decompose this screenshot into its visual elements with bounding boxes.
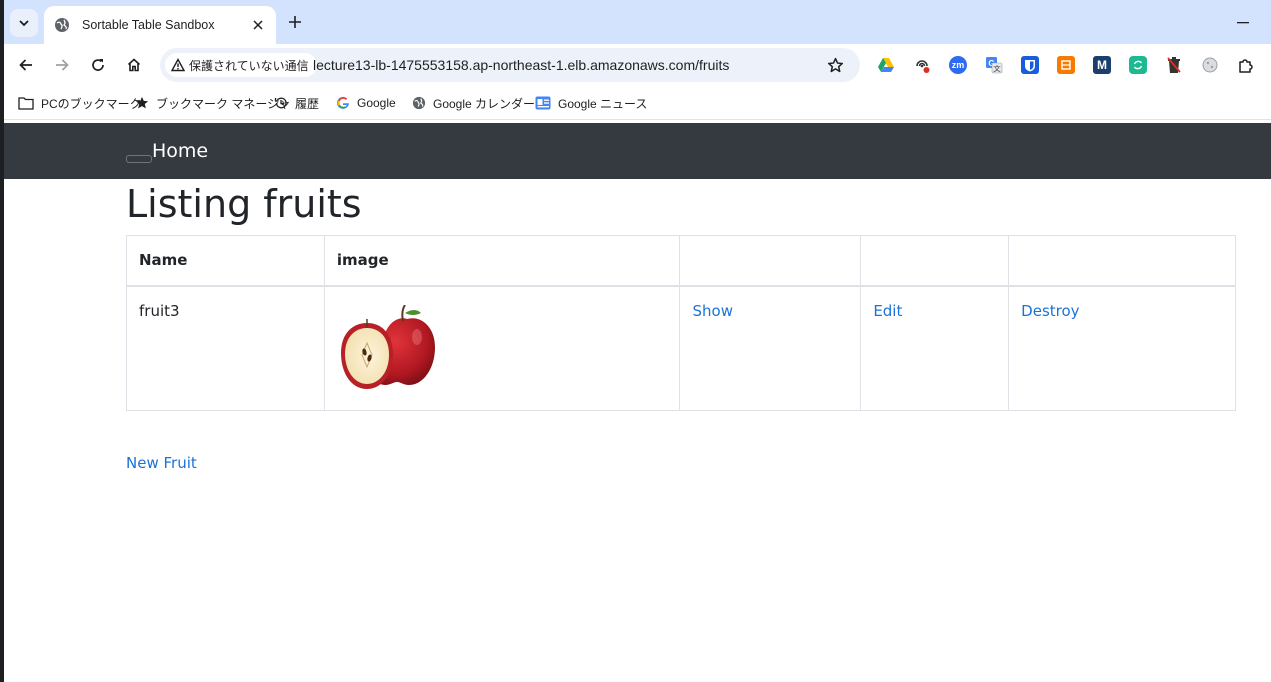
orange-extension-icon[interactable] bbox=[1057, 56, 1075, 74]
bookmarks-bar: PCのブックマーク ブックマーク マネージャ 履歴 Google Google … bbox=[0, 86, 1271, 120]
reload-button[interactable] bbox=[86, 53, 110, 77]
bookmark-label: 履歴 bbox=[295, 96, 320, 111]
delete-extension-icon[interactable] bbox=[1165, 56, 1183, 74]
google-icon bbox=[337, 96, 349, 109]
translate-icon[interactable]: G文 bbox=[985, 56, 1003, 74]
tab-strip: Sortable Table Sandbox bbox=[0, 0, 1271, 44]
table-row: fruit3 Show Edit Destroy bbox=[126, 285, 1236, 411]
show-cell: Show bbox=[679, 285, 862, 411]
header-name: Name bbox=[126, 235, 325, 286]
sync-extension-icon[interactable] bbox=[1129, 56, 1147, 74]
reload-icon bbox=[92, 59, 104, 71]
new-fruit-link[interactable]: New Fruit bbox=[126, 454, 197, 472]
bookmark-label: Google bbox=[357, 96, 396, 110]
address-bar[interactable]: 保護されていない通信 lecture13-lb-1475553158.ap-no… bbox=[160, 48, 860, 82]
extensions-puzzle-icon[interactable] bbox=[1237, 56, 1255, 74]
folder-icon bbox=[18, 97, 34, 110]
minimize-icon bbox=[1237, 22, 1249, 24]
desktop-edge bbox=[0, 0, 4, 682]
forward-button[interactable] bbox=[50, 53, 74, 77]
bitwarden-icon[interactable] bbox=[1021, 56, 1039, 74]
bookmark-label: Google カレンダー bbox=[433, 96, 536, 111]
tab-title: Sortable Table Sandbox bbox=[82, 18, 215, 32]
bookmark-google-news[interactable]: Google ニュース bbox=[535, 94, 647, 112]
bookmark-star-button[interactable] bbox=[826, 56, 844, 74]
google-news-icon bbox=[535, 96, 551, 110]
tab-close-icon[interactable] bbox=[250, 17, 266, 33]
star-outline-icon bbox=[827, 57, 843, 72]
bookmark-google[interactable]: Google bbox=[336, 94, 396, 112]
fruit-image-cell bbox=[323, 285, 681, 411]
navbar-toggler-button[interactable] bbox=[126, 155, 152, 163]
svg-text:文: 文 bbox=[994, 64, 1002, 73]
home-button[interactable] bbox=[122, 53, 146, 77]
url-text[interactable]: lecture13-lb-1475553158.ap-northeast-1.e… bbox=[313, 57, 729, 73]
fruit-name-cell: fruit3 bbox=[126, 285, 325, 411]
podcast-icon[interactable] bbox=[913, 56, 931, 74]
header-image: image bbox=[323, 235, 681, 286]
tab-search-button[interactable] bbox=[10, 9, 38, 37]
history-icon bbox=[274, 97, 287, 109]
bookmark-label: ブックマーク マネージャ bbox=[156, 96, 291, 111]
bookmark-google-calendar[interactable]: Google カレンダー bbox=[412, 94, 535, 112]
chevron-down-icon bbox=[19, 20, 29, 27]
bookmark-pc-bookmarks[interactable]: PCのブックマーク bbox=[18, 94, 142, 112]
arrow-right-icon bbox=[56, 59, 69, 71]
bookmark-label: Google ニュース bbox=[558, 96, 648, 111]
google-drive-icon[interactable] bbox=[877, 56, 895, 74]
globe-icon bbox=[55, 18, 69, 32]
minimize-window-button[interactable] bbox=[1234, 14, 1252, 32]
globe-icon bbox=[412, 96, 426, 110]
header-show bbox=[679, 235, 862, 286]
security-indicator[interactable]: 保護されていない通信 bbox=[165, 53, 317, 77]
bookmark-manager[interactable]: ブックマーク マネージャ bbox=[135, 94, 291, 112]
bookmark-label: PCのブックマーク bbox=[41, 96, 142, 111]
page-title: Listing fruits bbox=[126, 182, 362, 226]
plus-icon bbox=[289, 16, 301, 28]
show-link[interactable]: Show bbox=[692, 302, 732, 320]
arrow-left-icon bbox=[19, 59, 32, 71]
destroy-cell: Destroy bbox=[1008, 285, 1236, 411]
m-extension-icon[interactable]: M bbox=[1093, 56, 1111, 74]
home-icon bbox=[127, 58, 141, 72]
nav-home-link[interactable]: Home bbox=[152, 140, 208, 162]
site-navbar: Home bbox=[4, 123, 1271, 179]
zoom-icon[interactable]: zm bbox=[949, 56, 967, 74]
apple-image bbox=[340, 304, 435, 389]
edit-link[interactable]: Edit bbox=[873, 302, 902, 320]
edit-cell: Edit bbox=[860, 285, 1010, 411]
star-icon bbox=[135, 96, 149, 109]
cookie-extension-icon[interactable] bbox=[1201, 56, 1219, 74]
security-label: 保護されていない通信 bbox=[189, 58, 309, 73]
header-destroy bbox=[1008, 235, 1236, 286]
warning-triangle-icon bbox=[171, 58, 185, 72]
bookmark-history[interactable]: 履歴 bbox=[274, 94, 319, 112]
back-button[interactable] bbox=[14, 53, 38, 77]
table-header-row: Name image bbox=[126, 235, 1236, 286]
header-edit bbox=[860, 235, 1010, 286]
fruits-table: Name image fruit3 Show Edit Destroy bbox=[126, 235, 1236, 411]
browser-toolbar: 保護されていない通信 lecture13-lb-1475553158.ap-no… bbox=[0, 44, 1271, 86]
new-tab-button[interactable] bbox=[285, 12, 305, 32]
active-tab[interactable]: Sortable Table Sandbox bbox=[44, 6, 276, 44]
destroy-link[interactable]: Destroy bbox=[1021, 302, 1079, 320]
